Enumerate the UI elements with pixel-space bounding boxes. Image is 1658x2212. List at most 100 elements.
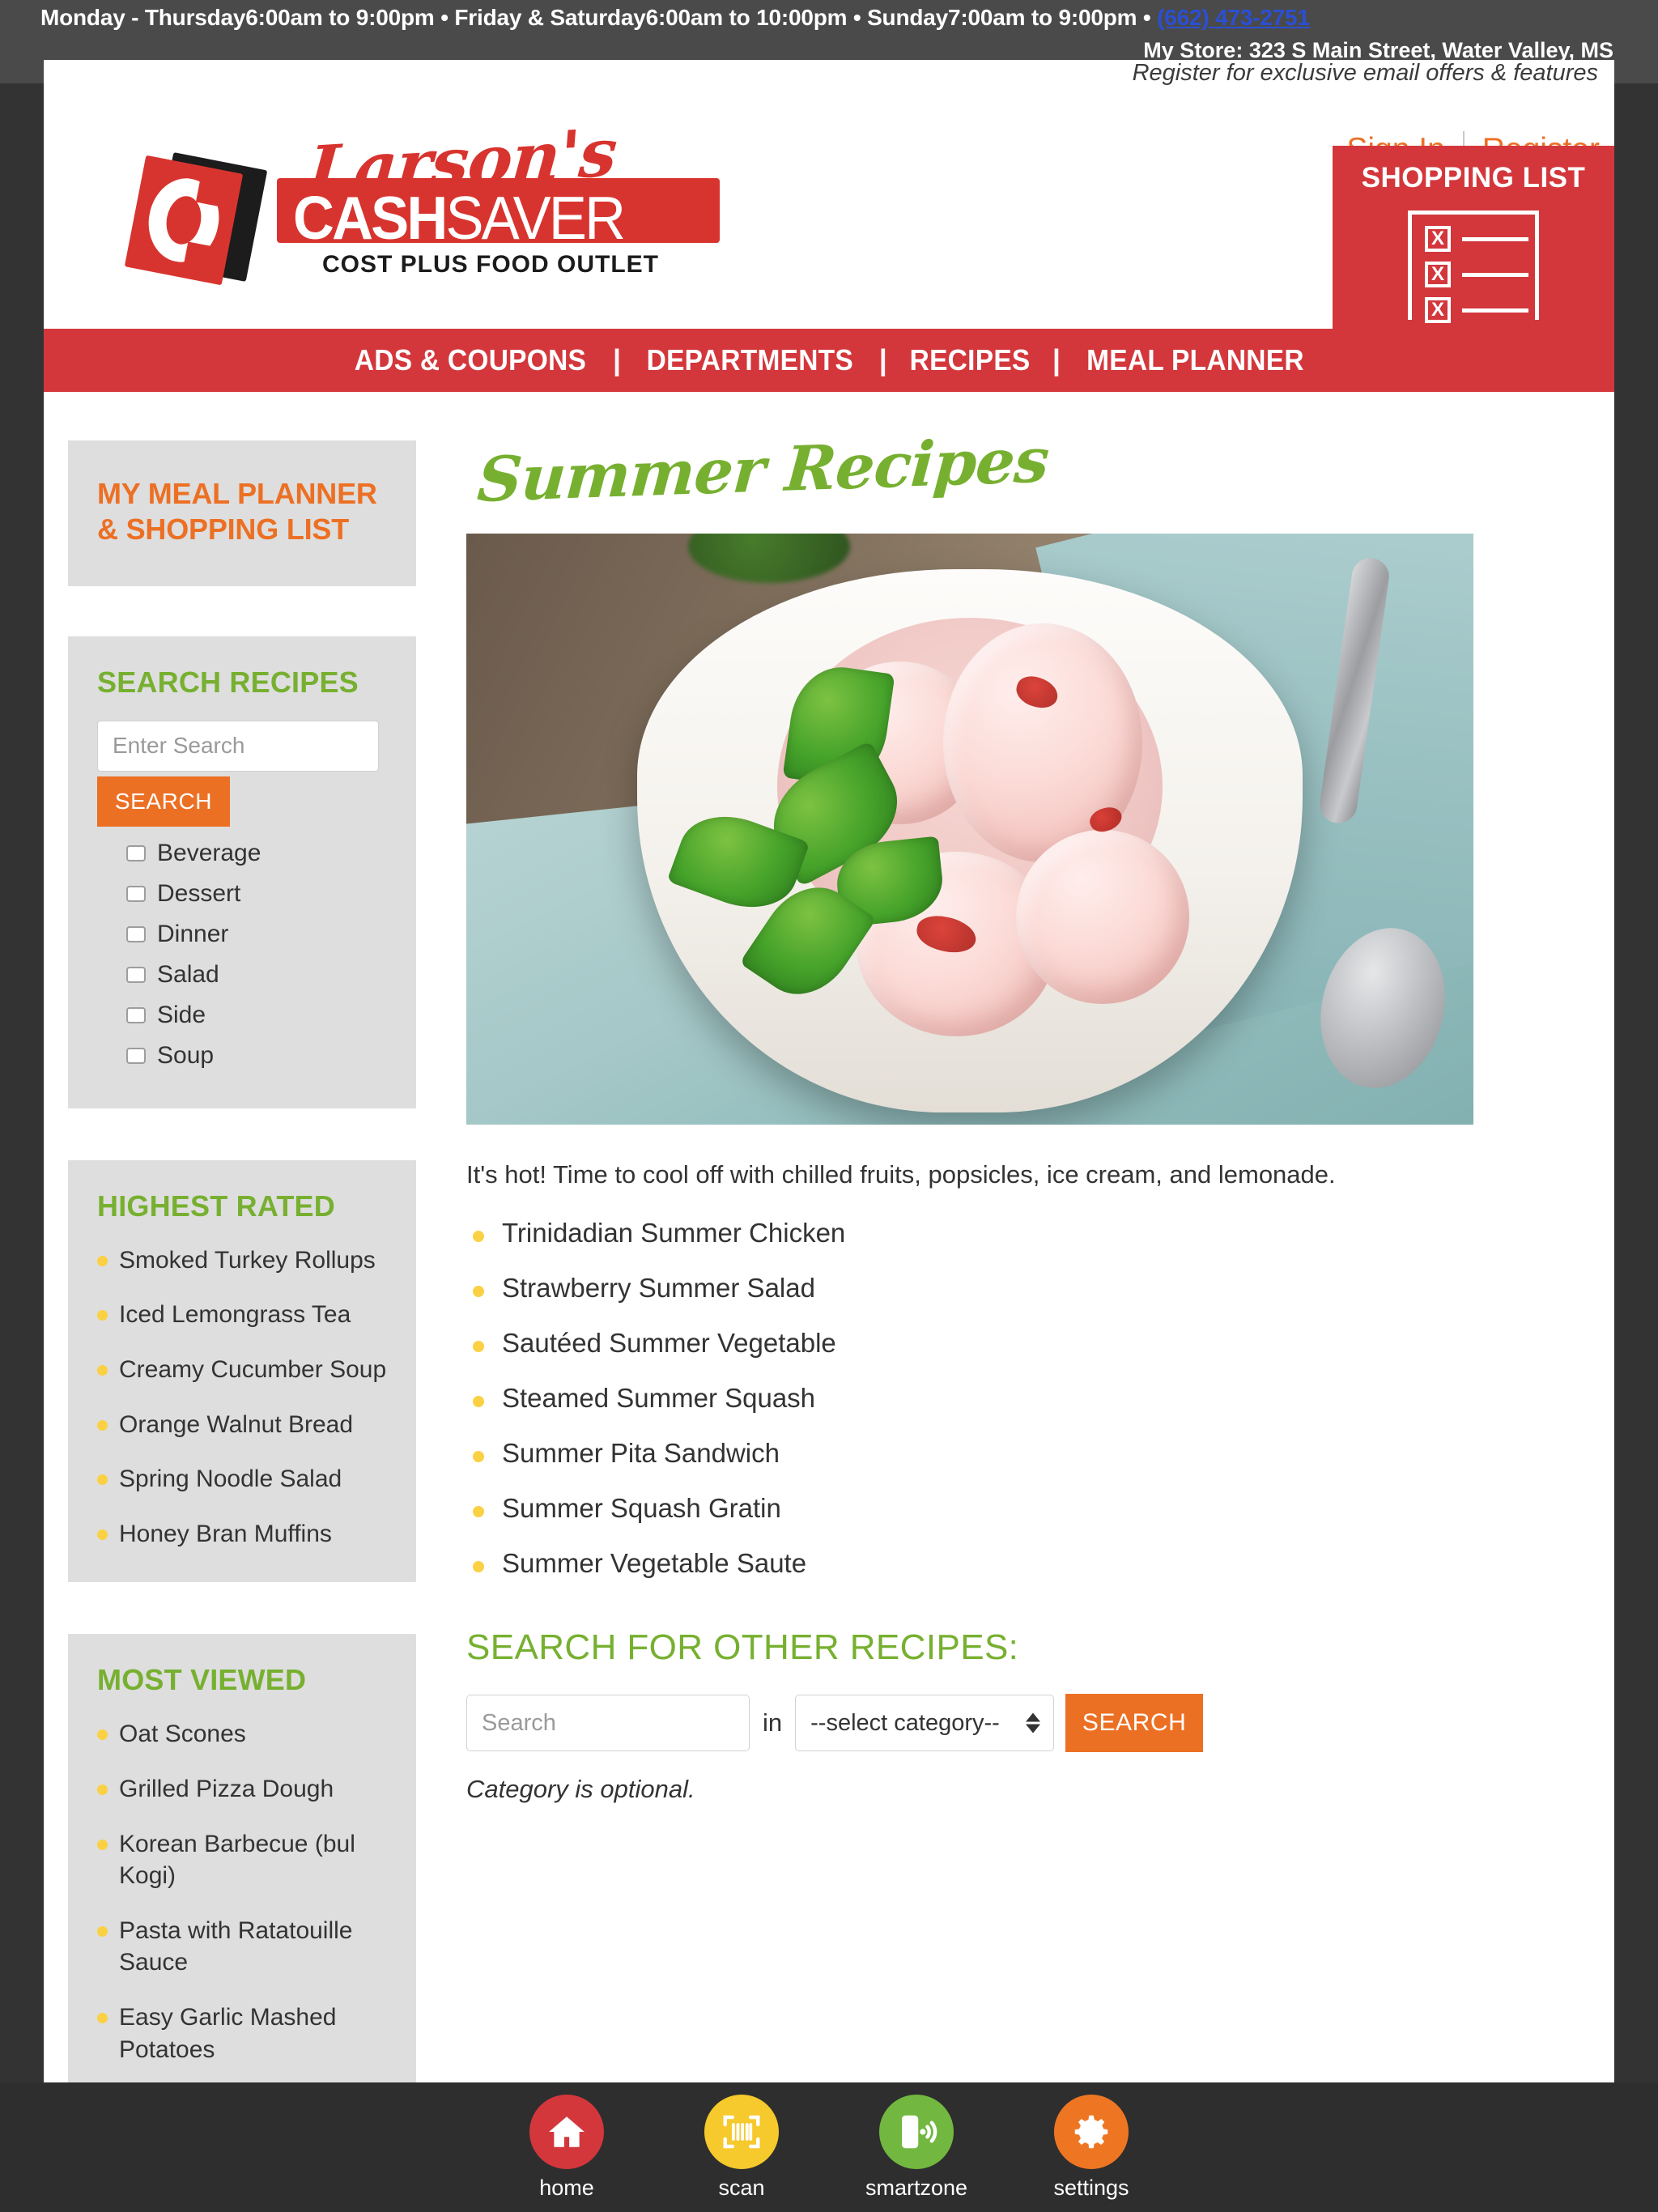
bottom-tab-bar: home scan smartzone settings (0, 2082, 1658, 2212)
category-checkbox-side[interactable]: Side (126, 995, 387, 1036)
tab-smartzone[interactable]: smartzone (856, 2094, 977, 2201)
list-item[interactable]: Pasta with Ratatouille Sauce (97, 1915, 387, 1979)
main-content: Summer Recipes It's hot! Time to cool of… (466, 424, 1582, 1804)
nav-item-departments[interactable]: DEPARTMENTS (630, 343, 869, 377)
logo-mark-icon (124, 152, 270, 286)
tab-scan-label: scan (718, 2175, 765, 2200)
most-viewed-title: MOST VIEWED (97, 1663, 307, 1697)
nav-separator: | (1052, 343, 1061, 376)
category-label: Salad (157, 960, 219, 988)
category-label: Beverage (157, 839, 261, 866)
category-checkbox-soup[interactable]: Soup (126, 1036, 387, 1076)
nav-item-ads-coupons[interactable]: ADS & COUPONS (338, 343, 602, 377)
gear-icon[interactable] (1054, 2094, 1129, 2169)
site-logo[interactable]: Larson's CASHSAVER COST PLUS FOOD OUTLET (124, 114, 730, 286)
list-item[interactable]: Korean Barbecue (bul Kogi) (97, 1828, 387, 1892)
checkbox-icon[interactable] (126, 885, 146, 902)
site-header: Register for exclusive email offers & fe… (44, 60, 1614, 329)
checkbox-icon[interactable] (126, 1047, 146, 1064)
list-item[interactable]: Orange Walnut Bread (97, 1409, 387, 1441)
bullet-icon (473, 1341, 484, 1353)
meal-planner-title: MY MEAL PLANNER & SHOPPING LIST (97, 476, 387, 547)
sidebar: MY MEAL PLANNER & SHOPPING LIST SEARCH R… (68, 440, 416, 2082)
bullet-icon (97, 1729, 108, 1741)
category-optional-note: Category is optional. (466, 1775, 695, 1804)
tab-home[interactable]: home (506, 2094, 627, 2201)
checkbox-x-icon: X (1425, 226, 1451, 252)
category-checkbox-dessert[interactable]: Dessert (126, 874, 387, 914)
bullet-icon (97, 1925, 108, 1937)
logo-saver-word: SAVER (445, 184, 625, 252)
search-button[interactable]: SEARCH (97, 776, 230, 827)
nav-item-meal-planner[interactable]: MEAL PLANNER (1070, 343, 1321, 377)
checkbox-icon[interactable] (126, 966, 146, 983)
shopping-list-row: X (1425, 226, 1528, 252)
store-hours-value: Monday - Thursday6:00am to 9:00pm • Frid… (40, 5, 1158, 30)
list-item[interactable]: Iced Lemongrass Tea (97, 1299, 387, 1331)
bullet-icon (97, 1255, 108, 1266)
shopping-list-promo[interactable]: SHOPPING LIST X X X (1333, 146, 1614, 329)
bullet-icon (97, 2012, 108, 2023)
list-line (1462, 272, 1528, 277)
bullet-icon (97, 1529, 108, 1540)
tab-settings-label: settings (1053, 2175, 1129, 2200)
list-item[interactable]: Creamy Cucumber Soup (97, 1354, 387, 1386)
checkbox-icon[interactable] (126, 1006, 146, 1023)
search-input[interactable] (97, 720, 379, 772)
tab-settings[interactable]: settings (1031, 2094, 1152, 2201)
category-checkbox-beverage[interactable]: Beverage (126, 833, 387, 874)
shopping-list-icon: X X X (1408, 211, 1539, 323)
list-item-label: Pasta with Ratatouille Sauce (119, 1916, 353, 1976)
barcode-icon[interactable] (704, 2094, 779, 2169)
meal-planner-line-2: & SHOPPING LIST (97, 512, 350, 546)
list-item[interactable]: Honey Bran Muffins (97, 1518, 387, 1551)
phone-signal-icon[interactable] (879, 2094, 954, 2169)
store-phone-link[interactable]: (662) 473-2751 (1157, 5, 1310, 30)
category-checkbox-dinner[interactable]: Dinner (126, 914, 387, 955)
list-item[interactable]: Sautéed Summer Vegetable (473, 1328, 1582, 1359)
other-search-button[interactable]: SEARCH (1065, 1694, 1204, 1753)
list-item[interactable]: Easy Garlic Mashed Potatoes (97, 2001, 387, 2065)
other-search-form: in --select category-- SEARCH (466, 1694, 1582, 1753)
list-item[interactable]: Strawberry Summer Salad (473, 1273, 1582, 1304)
nav-item-recipes[interactable]: RECIPES (893, 343, 1047, 377)
list-item-label: Orange Walnut Bread (119, 1410, 354, 1438)
bullet-icon (473, 1506, 484, 1518)
home-icon[interactable] (529, 2094, 604, 2169)
most-viewed-panel: MOST VIEWED Oat Scones Grilled Pizza Dou… (68, 1634, 416, 2082)
list-item[interactable]: Steamed Summer Squash (473, 1383, 1582, 1414)
hero-image-ice-cream (466, 534, 1473, 1125)
checkbox-icon[interactable] (126, 844, 146, 861)
list-item[interactable]: Smoked Turkey Rollups (97, 1244, 387, 1277)
recipe-links-list: Trinidadian Summer Chicken Strawberry Su… (473, 1218, 1582, 1579)
recipe-link: Trinidadian Summer Chicken (502, 1218, 846, 1249)
category-select-value: --select category-- (810, 1709, 1000, 1736)
tab-scan[interactable]: scan (681, 2094, 802, 2201)
list-item[interactable]: Grilled Pizza Dough (97, 1773, 387, 1806)
recipe-link: Strawberry Summer Salad (502, 1273, 815, 1304)
list-item-label: Oat Scones (119, 1721, 246, 1748)
list-line (1462, 236, 1528, 241)
chevron-updown-icon (1026, 1712, 1041, 1733)
list-item-label: Easy Garlic Mashed Potatoes (119, 2003, 337, 2063)
checkbox-x-icon: X (1425, 262, 1451, 287)
other-search-input[interactable] (466, 1695, 750, 1752)
shopping-list-title: SHOPPING LIST (1361, 162, 1586, 194)
nav-separator: | (612, 343, 622, 376)
list-item[interactable]: Spring Noodle Salad (97, 1463, 387, 1495)
list-item[interactable]: Summer Vegetable Saute (473, 1548, 1582, 1579)
list-item[interactable]: Summer Pita Sandwich (473, 1438, 1582, 1469)
list-item[interactable]: Trinidadian Summer Chicken (473, 1218, 1582, 1249)
page-body: MY MEAL PLANNER & SHOPPING LIST SEARCH R… (44, 392, 1614, 2082)
nav-separator: | (878, 343, 887, 376)
checkbox-icon[interactable] (126, 925, 146, 942)
highest-rated-list: Smoked Turkey Rollups Iced Lemongrass Te… (97, 1244, 387, 1551)
list-item[interactable]: Oat Scones (97, 1718, 387, 1750)
sidebar-item-meal-planner[interactable]: MY MEAL PLANNER & SHOPPING LIST (68, 440, 416, 586)
category-checkbox-salad[interactable]: Salad (126, 955, 387, 995)
list-item[interactable]: Summer Squash Gratin (473, 1493, 1582, 1524)
category-select-dropdown[interactable]: --select category-- (795, 1695, 1055, 1752)
logo-cashsaver-text: CASHSAVER (293, 183, 626, 253)
recipe-link: Summer Pita Sandwich (502, 1438, 780, 1469)
highest-rated-title: HIGHEST RATED (97, 1189, 335, 1223)
